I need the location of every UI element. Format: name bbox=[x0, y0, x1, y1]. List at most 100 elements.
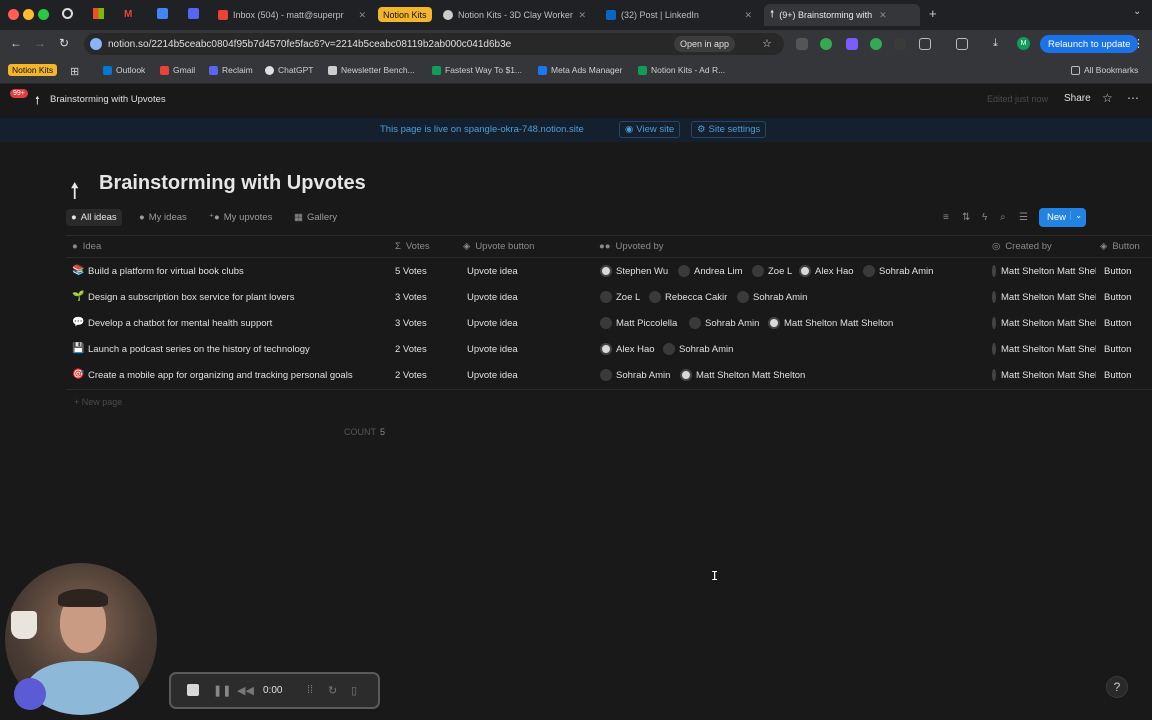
office-tab-icon[interactable] bbox=[93, 8, 104, 19]
tab-all-ideas[interactable]: ● All ideas bbox=[66, 209, 122, 226]
search-icon[interactable]: ⌕ bbox=[1000, 212, 1006, 223]
delete-icon[interactable]: ▯ bbox=[351, 684, 357, 697]
creator-chip[interactable]: Matt Shelton Matt Shelton bbox=[992, 265, 1096, 277]
breadcrumb[interactable]: Brainstorming with Upvotes bbox=[50, 94, 166, 105]
idea-title[interactable]: Develop a chatbot for mental health supp… bbox=[88, 318, 272, 329]
idea-title[interactable]: Launch a podcast series on the history o… bbox=[88, 344, 310, 355]
voter-chip[interactable]: Zoe L bbox=[752, 265, 792, 277]
bookmark-newsletter[interactable]: Newsletter Bench... bbox=[328, 65, 415, 75]
column-header-idea[interactable]: ● Idea bbox=[72, 241, 101, 252]
open-in-app-button[interactable]: Open in app bbox=[674, 36, 736, 52]
profile-avatar[interactable]: M bbox=[1017, 37, 1030, 50]
row-button[interactable]: Button bbox=[1104, 266, 1131, 277]
drag-handle-icon[interactable]: ⁞⁞ bbox=[307, 684, 313, 696]
voter-chip[interactable]: Sohrab Amin bbox=[600, 369, 670, 381]
tab-brainstorming[interactable]: 🠕 (9+) Brainstorming with ✕ bbox=[764, 4, 920, 26]
voter-chip[interactable]: Matt Piccolella bbox=[600, 317, 677, 329]
voter-chip[interactable]: Matt Shelton Matt Shelton bbox=[768, 317, 893, 329]
favorite-star-icon[interactable]: ☆ bbox=[1102, 91, 1113, 105]
gmail-tab-icon[interactable]: M bbox=[124, 9, 132, 20]
bookmark-reclaim[interactable]: Reclaim bbox=[209, 65, 253, 75]
download-icon[interactable]: ⤓ bbox=[993, 37, 998, 50]
upvote-idea-button[interactable]: Upvote idea bbox=[462, 263, 523, 279]
voter-chip[interactable]: Stephen Wu bbox=[600, 265, 668, 277]
tab-group-notion-kits[interactable]: Notion Kits bbox=[378, 7, 432, 22]
site-info-icon[interactable] bbox=[90, 38, 102, 50]
settings-sliders-icon[interactable]: ☰ bbox=[1019, 212, 1028, 223]
help-icon[interactable]: ? bbox=[1106, 676, 1128, 698]
filter-icon[interactable]: ≡ bbox=[943, 212, 949, 223]
row-button[interactable]: Button bbox=[1104, 370, 1131, 381]
idea-title[interactable]: Design a subscription box service for pl… bbox=[88, 292, 294, 303]
voter-chip[interactable]: Sohrab Amin bbox=[663, 343, 733, 355]
idea-title[interactable]: Build a platform for virtual book clubs bbox=[88, 266, 244, 277]
column-header-votes[interactable]: Σ Votes bbox=[395, 241, 430, 252]
row-button[interactable]: Button bbox=[1104, 292, 1131, 303]
bookmark-fastest-way[interactable]: Fastest Way To $1... bbox=[432, 65, 522, 75]
forward-icon[interactable]: → bbox=[34, 36, 46, 50]
voter-chip[interactable]: Alex Hao bbox=[600, 343, 655, 355]
tab-search-icon[interactable]: ⌄ bbox=[1133, 6, 1141, 17]
extension-icon[interactable] bbox=[894, 38, 906, 50]
voter-chip[interactable]: Matt Shelton Matt Shelton bbox=[680, 369, 805, 381]
site-settings-button[interactable]: ⚙ Site settings bbox=[691, 121, 767, 138]
bookmark-chatgpt[interactable]: ChatGPT bbox=[265, 65, 313, 75]
close-window-icon[interactable] bbox=[8, 9, 19, 20]
notification-badge[interactable]: 99+ bbox=[10, 89, 28, 98]
column-header-button[interactable]: ◈ Button bbox=[1100, 241, 1140, 252]
creator-chip[interactable]: Matt Shelton Matt Shelton bbox=[992, 317, 1096, 329]
apps-grid-icon[interactable]: ⊞ bbox=[70, 65, 79, 78]
upvote-idea-button[interactable]: Upvote idea bbox=[462, 289, 523, 305]
reload-icon[interactable]: ↻ bbox=[59, 36, 69, 50]
maximize-window-icon[interactable] bbox=[38, 9, 49, 20]
voter-chip[interactable]: Sohrab Amin bbox=[863, 265, 933, 277]
bookmark-notion-kits-ad[interactable]: Notion Kits - Ad R... bbox=[638, 65, 725, 75]
automation-icon[interactable]: ϟ bbox=[982, 212, 987, 223]
pause-icon[interactable]: ❚❚ bbox=[213, 684, 231, 697]
recorder-logo-icon[interactable] bbox=[14, 678, 46, 710]
bookmark-star-icon[interactable]: ☆ bbox=[762, 37, 772, 50]
voter-chip[interactable]: Rebecca Cakir bbox=[649, 291, 727, 303]
sort-icon[interactable]: ⇅ bbox=[962, 212, 970, 223]
relaunch-button[interactable]: Relaunch to update bbox=[1040, 35, 1139, 53]
page-arrow-up-icon[interactable]: 🠕 bbox=[70, 174, 79, 212]
row-count[interactable]: COUNT 5 bbox=[344, 427, 385, 437]
new-button[interactable]: New ⌄ bbox=[1039, 208, 1086, 227]
tab-linkedin[interactable]: (32) Post | LinkedIn ✕ bbox=[600, 4, 758, 26]
upvote-idea-button[interactable]: Upvote idea bbox=[462, 367, 523, 383]
voter-chip[interactable]: Zoe L bbox=[600, 291, 640, 303]
row-button[interactable]: Button bbox=[1104, 318, 1131, 329]
voter-chip[interactable]: Andrea Lim bbox=[678, 265, 743, 277]
bookmark-outlook[interactable]: Outlook bbox=[103, 65, 145, 75]
close-tab-icon[interactable]: ✕ bbox=[578, 10, 586, 21]
new-page-row[interactable]: + New page bbox=[74, 397, 122, 407]
voter-chip[interactable]: Sohrab Amin bbox=[689, 317, 759, 329]
close-tab-icon[interactable]: ✕ bbox=[744, 10, 752, 21]
tab-gmail[interactable]: Inbox (504) - matt@superpr ✕ bbox=[212, 4, 372, 26]
extension-icon[interactable] bbox=[870, 38, 882, 50]
tab-my-ideas[interactable]: ● My ideas bbox=[134, 209, 192, 226]
creator-chip[interactable]: Matt Shelton Matt Shelton bbox=[992, 291, 1096, 303]
side-panel-icon[interactable] bbox=[956, 38, 968, 50]
bookmark-gmail[interactable]: Gmail bbox=[160, 65, 195, 75]
stop-recording-icon[interactable] bbox=[187, 684, 199, 696]
minimize-window-icon[interactable] bbox=[23, 9, 34, 20]
upvote-idea-button[interactable]: Upvote idea bbox=[462, 315, 523, 331]
tab-gallery[interactable]: ▦ Gallery bbox=[289, 209, 342, 226]
idea-title[interactable]: Create a mobile app for organizing and t… bbox=[88, 370, 353, 381]
creator-chip[interactable]: Matt Shelton Matt Shelton bbox=[992, 369, 1096, 381]
voter-chip[interactable]: Sohrab Amin bbox=[737, 291, 807, 303]
tab-notion-kits-clay[interactable]: Notion Kits - 3D Clay Worker ✕ bbox=[437, 4, 592, 26]
restart-icon[interactable]: ◀◀ bbox=[237, 684, 254, 697]
upvote-idea-button[interactable]: Upvote idea bbox=[462, 341, 523, 357]
new-tab-icon[interactable]: + bbox=[929, 6, 937, 21]
share-button[interactable]: Share bbox=[1064, 93, 1091, 104]
all-bookmarks[interactable]: All Bookmarks bbox=[1071, 65, 1138, 75]
chevron-down-icon[interactable]: ⌄ bbox=[1070, 211, 1082, 220]
browser-menu-icon[interactable]: ⋮ bbox=[1133, 37, 1144, 50]
page-title[interactable]: Brainstorming with Upvotes bbox=[99, 172, 366, 195]
extension-icon[interactable] bbox=[846, 38, 858, 50]
extensions-puzzle-icon[interactable] bbox=[919, 38, 931, 50]
bookmark-meta-ads[interactable]: Meta Ads Manager bbox=[538, 65, 622, 75]
extension-icon[interactable] bbox=[796, 38, 808, 50]
